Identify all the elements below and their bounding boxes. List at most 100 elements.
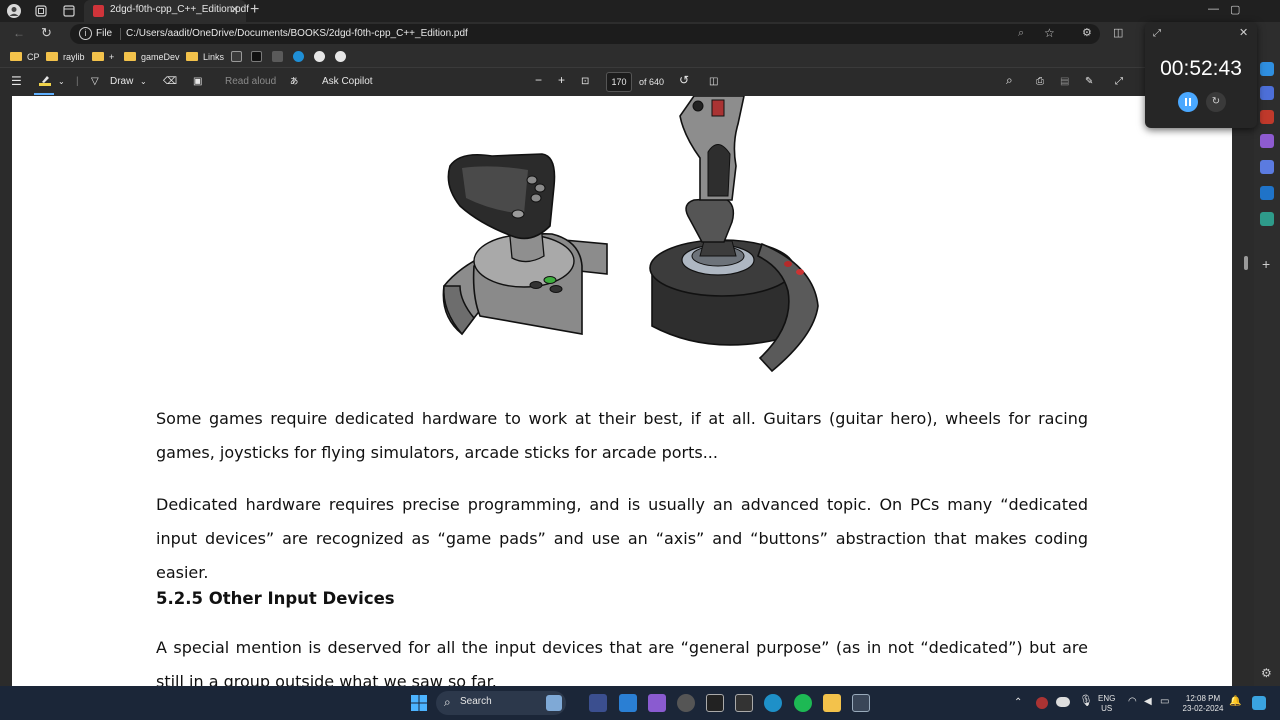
folder-icon xyxy=(46,52,58,61)
vscode-icon[interactable] xyxy=(619,694,637,712)
active-app-icon[interactable] xyxy=(852,694,870,712)
sidebar-app-icon[interactable] xyxy=(1260,160,1274,174)
refresh-icon[interactable]: ↻ xyxy=(41,25,52,41)
highlight-icon[interactable] xyxy=(38,74,52,93)
new-tab-icon[interactable]: + xyxy=(250,1,259,19)
battery-icon[interactable]: ▭ xyxy=(1160,697,1169,707)
rotate-icon[interactable]: ↺ xyxy=(679,73,689,87)
tray-expand-icon[interactable]: ⌃ xyxy=(1014,698,1022,708)
profile-icon[interactable] xyxy=(6,3,22,19)
zoom-icon[interactable]: ⌕ xyxy=(1018,27,1024,40)
table-of-contents-icon[interactable]: ☰ xyxy=(11,74,22,88)
bookmarks-bar: CP raylib + gameDev Links xyxy=(0,46,1280,68)
copilot-taskbar-icon[interactable] xyxy=(1252,696,1266,710)
split-screen-icon[interactable]: ◫ xyxy=(1113,26,1123,39)
print-icon[interactable]: ⎙ xyxy=(1036,75,1044,89)
page-number-input[interactable]: 170 xyxy=(606,72,632,92)
favorite-star-icon[interactable]: ☆ xyxy=(1044,26,1055,40)
outlook-icon[interactable] xyxy=(1260,186,1274,200)
address-bar-row: ← ↻ i File C:/Users/aadit/OneDrive/Docum… xyxy=(0,22,1280,46)
site-icon xyxy=(231,51,242,62)
spotify-icon[interactable] xyxy=(794,694,812,712)
read-aloud-button[interactable]: Read aloud xyxy=(225,75,276,89)
text-box-icon[interactable]: ▣ xyxy=(193,75,202,89)
translate-icon[interactable]: ぁ xyxy=(289,75,299,89)
draw-icon[interactable]: ▽ xyxy=(91,75,99,89)
reset-button[interactable]: ↻ xyxy=(1206,92,1226,112)
sidebar-app-icon[interactable] xyxy=(1260,212,1274,226)
section-heading: 5.2.5 Other Input Devices xyxy=(156,589,395,608)
notifications-icon[interactable]: 🔔 xyxy=(1229,697,1241,707)
wifi-icon[interactable]: ◠ xyxy=(1128,697,1137,707)
ask-copilot-button[interactable]: Ask Copilot xyxy=(322,75,373,89)
tab-close-icon[interactable]: ✕ xyxy=(230,3,239,16)
bookmark-links[interactable]: Links xyxy=(186,50,224,64)
clock[interactable]: 12:08 PM 23-02-2024 xyxy=(1180,694,1226,714)
zoom-out-icon[interactable]: − xyxy=(535,73,542,87)
page-view-icon[interactable]: ◫ xyxy=(709,75,718,89)
expand-icon[interactable]: ⤢ xyxy=(1153,28,1161,39)
sidebar-app-icon[interactable] xyxy=(1260,110,1274,124)
extensions-icon[interactable]: ⚙ xyxy=(1082,26,1092,39)
highlight-dropdown-icon[interactable]: ⌄ xyxy=(58,75,65,89)
timer-close-icon[interactable]: ✕ xyxy=(1239,26,1248,39)
sidebar-app-icon[interactable] xyxy=(1260,86,1274,100)
bookmark-github-1[interactable] xyxy=(314,50,325,64)
minimize-icon[interactable]: — xyxy=(1208,3,1219,15)
workspaces-icon[interactable] xyxy=(33,3,49,19)
pause-button[interactable] xyxy=(1178,92,1198,112)
windows-start-icon[interactable] xyxy=(410,694,428,712)
browser-tab[interactable]: 2dgd-f0th-cpp_C++_Edition.pdf ✕ xyxy=(84,0,249,22)
bookmark-site-3[interactable] xyxy=(272,50,283,64)
back-icon[interactable]: ← xyxy=(13,26,25,40)
eraser-icon[interactable]: ⌫ xyxy=(163,75,177,89)
bookmark-site-4[interactable] xyxy=(293,50,304,64)
calendar-icon[interactable] xyxy=(735,694,753,712)
folder-icon xyxy=(186,52,198,61)
address-separator xyxy=(120,28,121,40)
copilot-icon[interactable] xyxy=(1260,62,1274,76)
volume-icon[interactable]: ◀ xyxy=(1144,697,1152,707)
pdf-toolbar: ☰ ⌄ | ▽ Draw ⌄ ⌫ ▣ Read aloud ぁ Ask Copi… xyxy=(0,68,1280,96)
github-desktop-icon[interactable] xyxy=(677,694,695,712)
bookmark-plus[interactable]: + xyxy=(92,50,114,64)
save-as-icon[interactable]: ✎ xyxy=(1085,75,1093,89)
notion-icon[interactable] xyxy=(706,694,724,712)
save-icon[interactable]: ▤ xyxy=(1060,75,1069,89)
fullscreen-icon[interactable]: ⤢ xyxy=(1115,75,1123,89)
bookmark-label: gameDev xyxy=(141,52,180,62)
pdf-viewer[interactable]: Some games require dedicated hardware to… xyxy=(0,96,1254,686)
onedrive-icon[interactable] xyxy=(1056,697,1070,707)
maximize-icon[interactable]: ▢ xyxy=(1230,3,1240,16)
info-icon[interactable]: i xyxy=(79,27,92,40)
joystick-illustration xyxy=(442,96,819,373)
add-sidebar-app-icon[interactable]: + xyxy=(1262,256,1270,272)
scrollbar[interactable] xyxy=(1240,96,1252,686)
taskbar-search[interactable]: ⌕ Search xyxy=(436,691,566,715)
address-bar[interactable]: i File C:/Users/aadit/OneDrive/Documents… xyxy=(70,24,1100,44)
bookmark-cp[interactable]: CP xyxy=(10,50,40,64)
paragraph-dedicated: Dedicated hardware requires precise prog… xyxy=(156,495,1088,582)
tray-app-icon[interactable] xyxy=(1036,697,1048,709)
fit-page-icon[interactable]: ⊡ xyxy=(581,75,589,89)
address-url[interactable]: C:/Users/aadit/OneDrive/Documents/BOOKS/… xyxy=(126,28,468,39)
language-indicator[interactable]: ENG US xyxy=(1098,694,1115,714)
bookmark-raylib[interactable]: raylib xyxy=(46,50,85,64)
file-explorer-icon[interactable] xyxy=(823,694,841,712)
sidebar-settings-icon[interactable]: ⚙ xyxy=(1261,666,1272,680)
edge-icon[interactable] xyxy=(764,694,782,712)
tab-actions-icon[interactable] xyxy=(61,3,77,19)
zoom-in-icon[interactable]: + xyxy=(558,73,565,87)
bookmark-gamedev[interactable]: gameDev xyxy=(124,50,180,64)
draw-button[interactable]: Draw xyxy=(110,75,133,89)
sidebar-app-icon[interactable] xyxy=(1260,134,1274,148)
bookmark-site-2[interactable] xyxy=(251,50,262,64)
bookmark-github-2[interactable] xyxy=(335,50,346,64)
search-pdf-icon[interactable]: ⌕ xyxy=(1006,73,1013,87)
draw-dropdown-icon[interactable]: ⌄ xyxy=(140,75,147,89)
scrollbar-thumb[interactable] xyxy=(1244,256,1248,270)
bookmark-site-1[interactable] xyxy=(231,50,242,64)
powershell-icon[interactable] xyxy=(589,694,607,712)
microphone-icon[interactable]: 🎙 xyxy=(1079,696,1093,707)
app-icon[interactable] xyxy=(648,694,666,712)
